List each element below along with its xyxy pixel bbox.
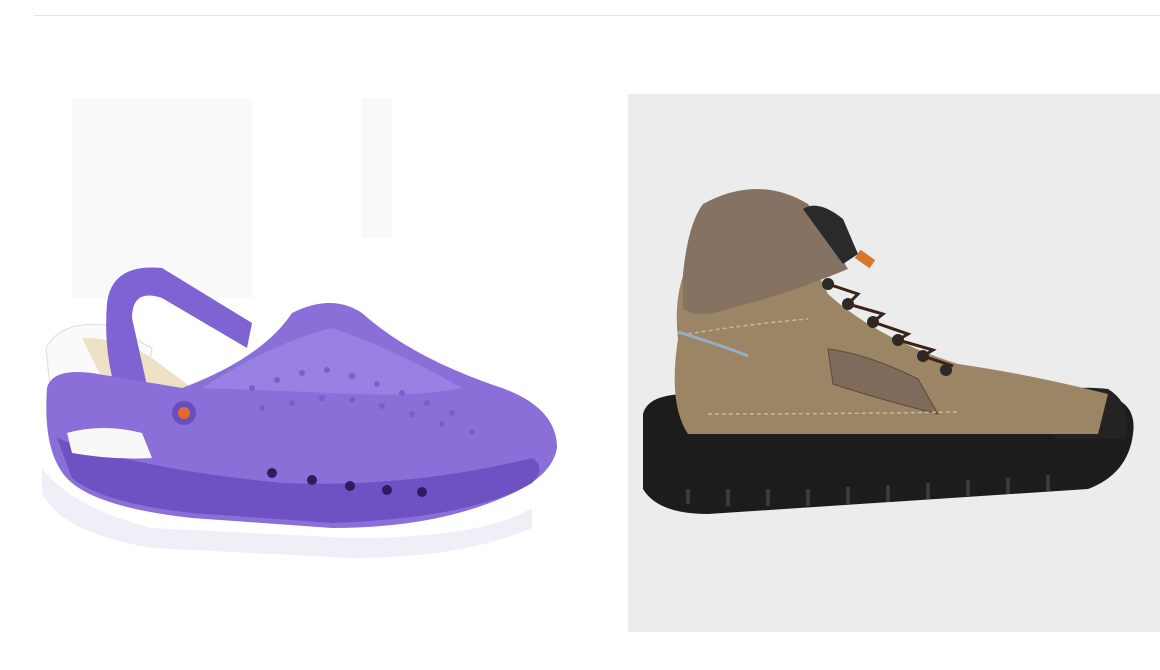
product-image-clog[interactable] (32, 88, 592, 633)
boot-illustration (643, 189, 1134, 514)
product-image-safety-boot[interactable] (628, 94, 1160, 632)
clog-illustration (42, 98, 558, 558)
top-divider (34, 15, 1160, 16)
